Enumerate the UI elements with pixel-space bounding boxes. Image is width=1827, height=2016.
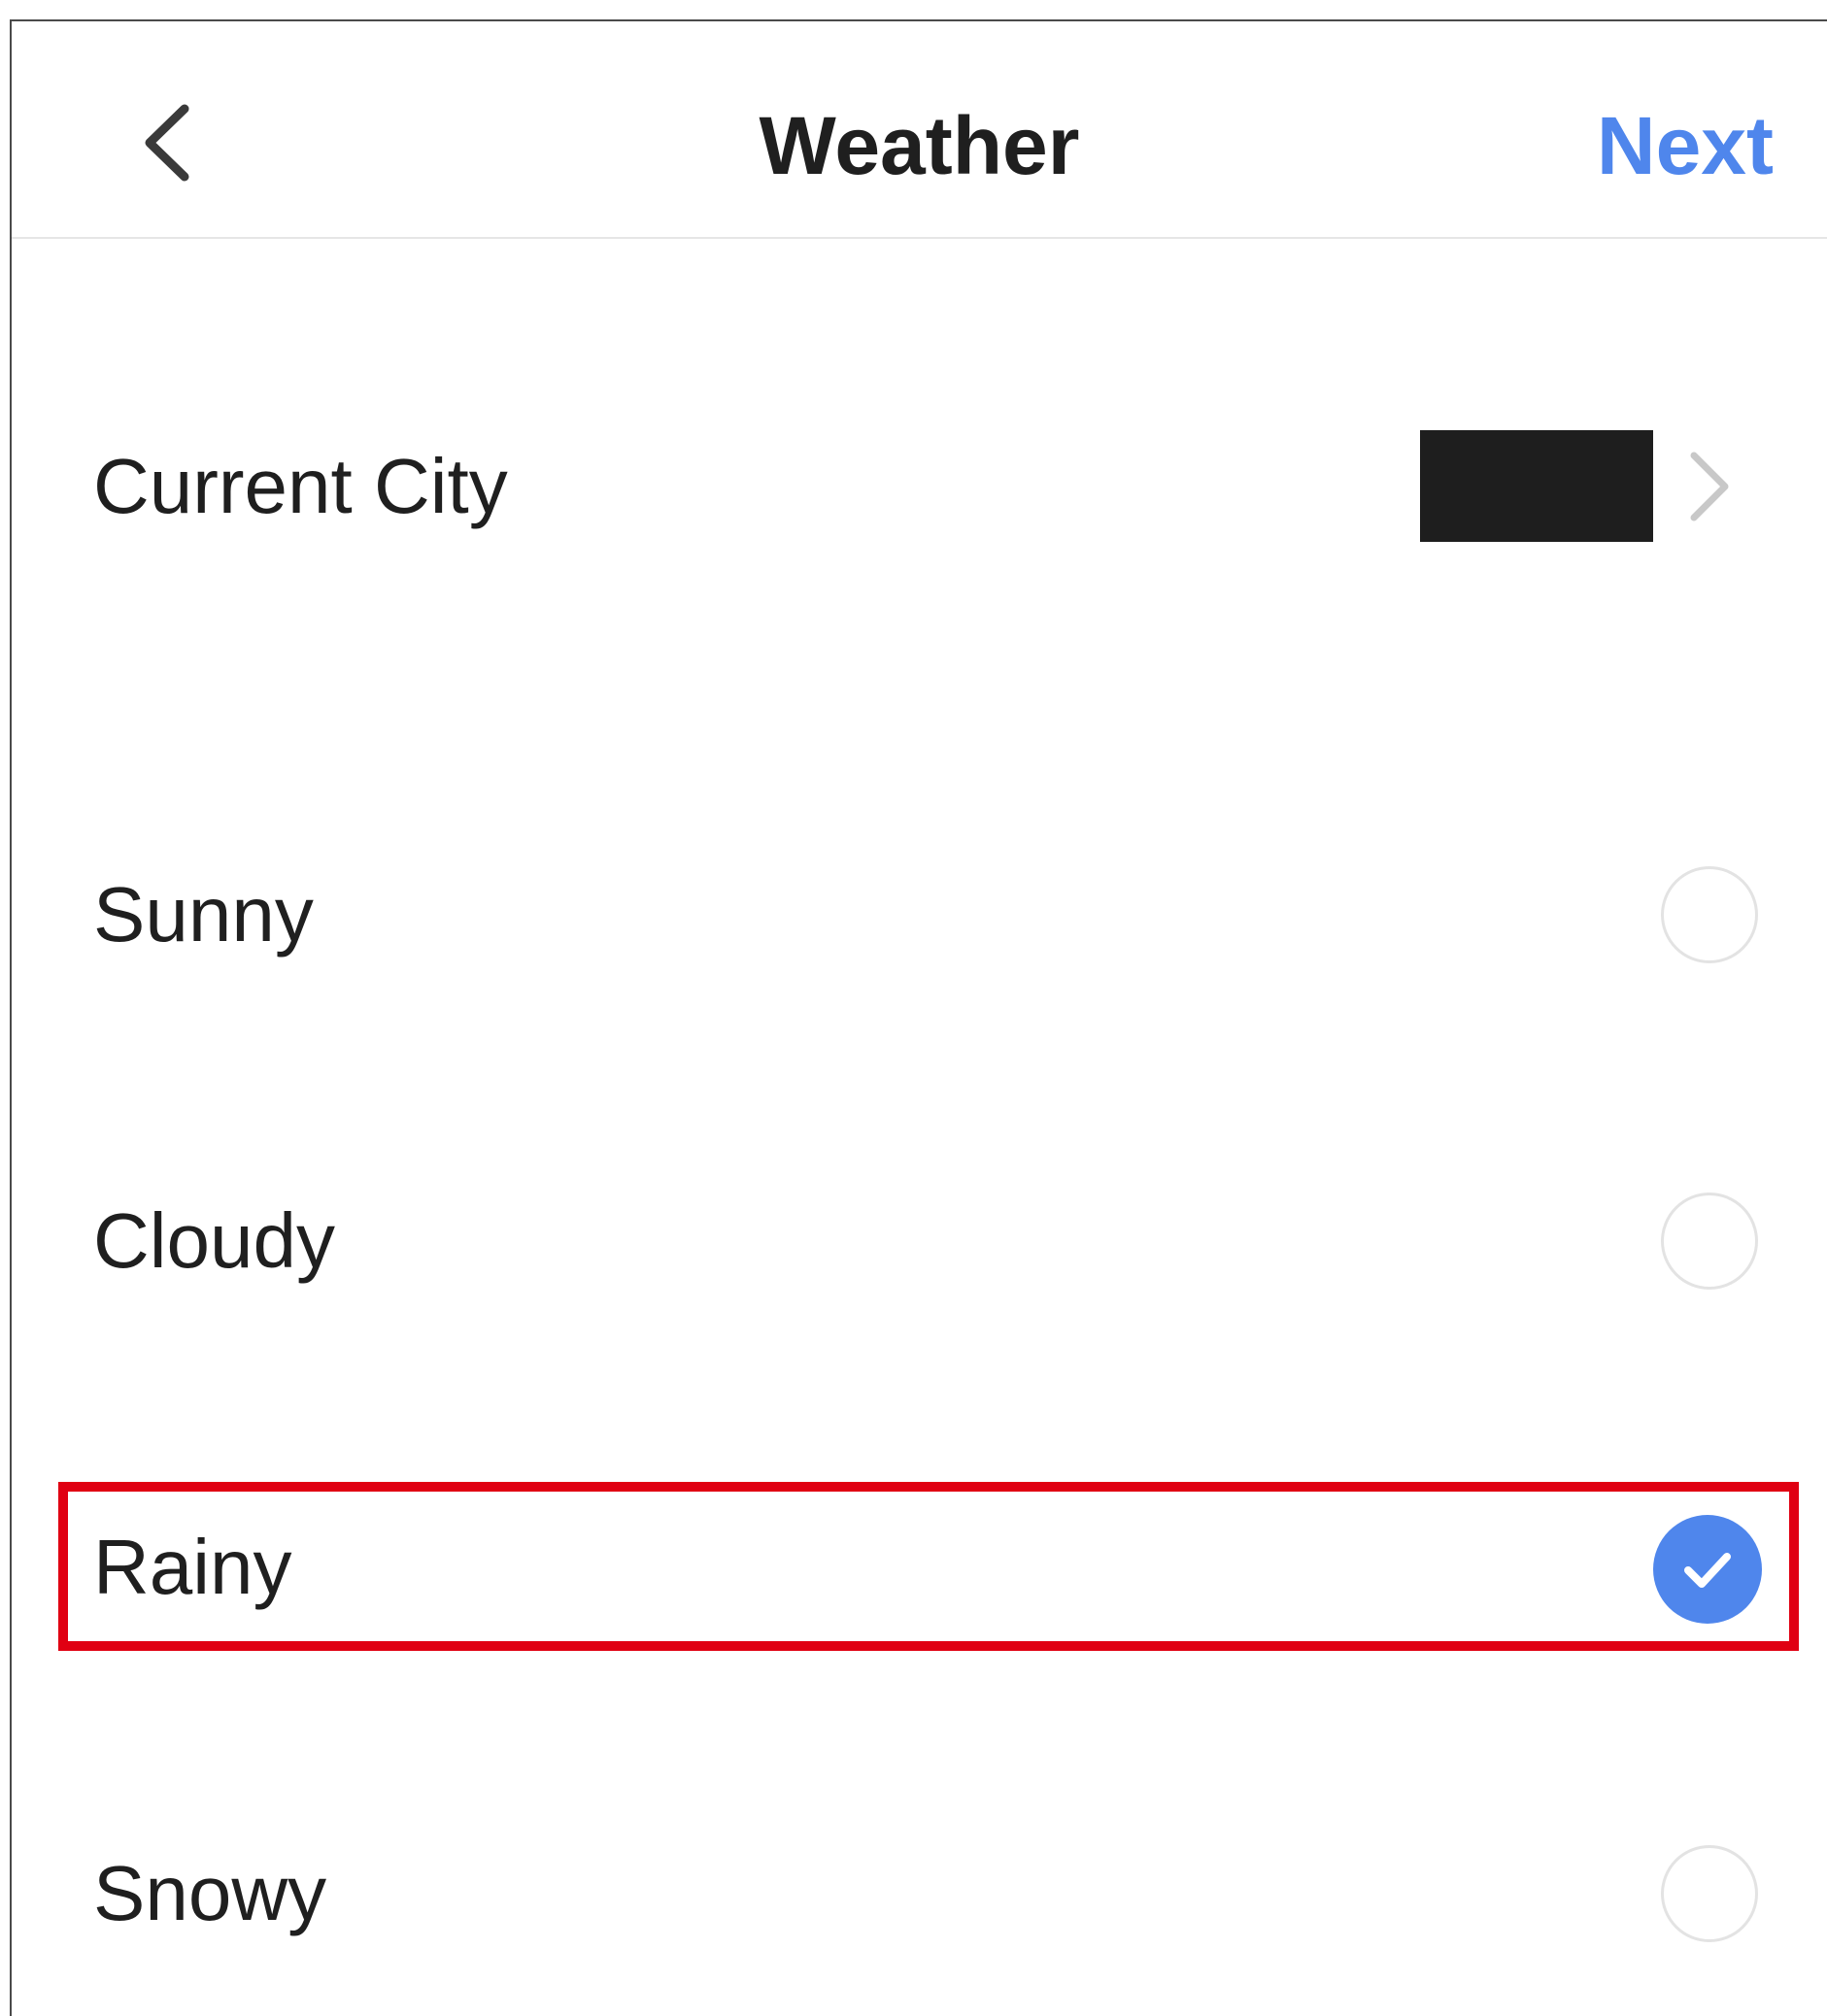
option-row-cloudy[interactable]: Cloudy: [12, 1163, 1827, 1319]
next-button[interactable]: Next: [1597, 97, 1774, 194]
radio-unchecked-sunny[interactable]: [1661, 866, 1758, 963]
option-row-sunny[interactable]: Sunny: [12, 837, 1827, 992]
radio-unchecked-snowy[interactable]: [1661, 1845, 1758, 1942]
app-frame: [10, 19, 1827, 2016]
option-row-rainy[interactable]: Rainy: [12, 1490, 1827, 1645]
top-bar: Weather Next: [12, 21, 1827, 239]
option-label-snowy: Snowy: [93, 1850, 327, 1936]
option-label-cloudy: Cloudy: [93, 1197, 336, 1284]
radio-unchecked-cloudy[interactable]: [1661, 1193, 1758, 1290]
option-label-rainy: Rainy: [93, 1524, 292, 1610]
current-city-row[interactable]: Current City: [12, 409, 1827, 564]
checkmark-icon: [1684, 1553, 1731, 1588]
option-row-snowy[interactable]: Snowy: [12, 1816, 1827, 1971]
current-city-label: Current City: [93, 443, 508, 529]
radio-checked-rainy[interactable]: [1653, 1515, 1762, 1624]
page-title: Weather: [759, 100, 1080, 191]
current-city-value-redacted: [1420, 430, 1653, 542]
option-label-sunny: Sunny: [93, 871, 314, 958]
chevron-right-icon: [1690, 452, 1729, 521]
